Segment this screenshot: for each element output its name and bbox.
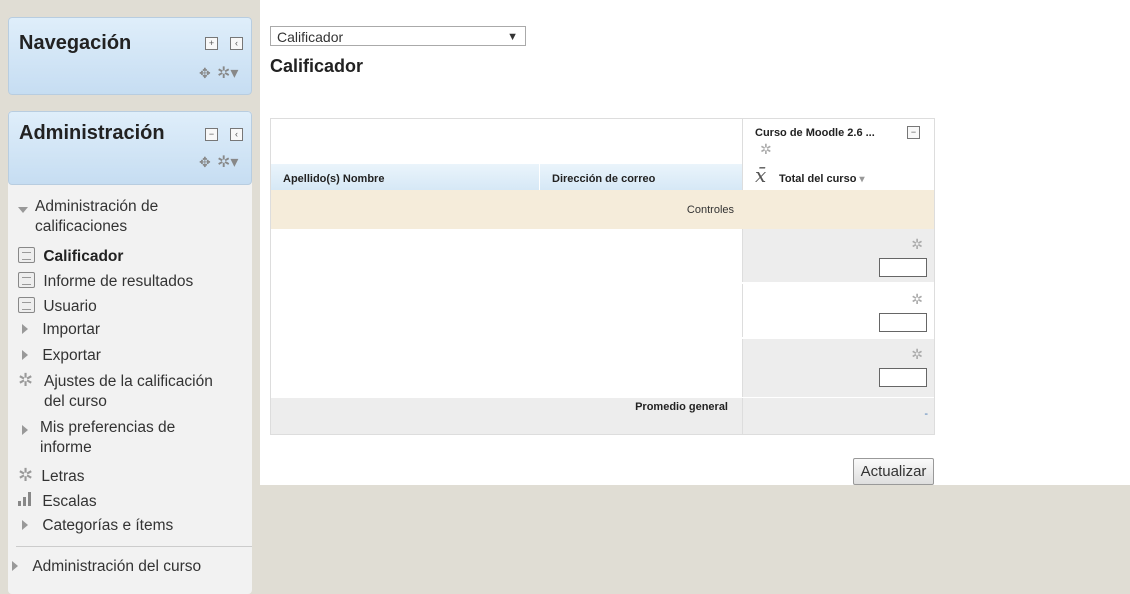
update-button[interactable]: Actualizar [853, 458, 934, 485]
move-icon[interactable]: ✥ [199, 154, 211, 171]
gear-icon[interactable]: ✲ [911, 346, 923, 363]
sort-down-icon[interactable]: ▾ [859, 174, 864, 185]
grader-table: Apellido(s) Nombre Dirección de correo C… [270, 118, 935, 435]
report-icon [18, 247, 35, 263]
controls-label: Controles [686, 204, 734, 216]
tree-item-label: Administración de calificaciones [35, 198, 159, 235]
table-row: ✲ [742, 284, 934, 337]
navigation-block: Navegación + ‹ ✥ ✲▾ [8, 17, 252, 95]
administration-title: Administración [19, 122, 165, 144]
tree-item-label: Calificador [43, 248, 124, 265]
divider [742, 398, 743, 434]
navigation-title: Navegación [19, 32, 132, 54]
dock-icon[interactable]: ‹ [230, 37, 243, 50]
tree-item-import[interactable]: Importar [22, 321, 100, 339]
table-row: ✲ [742, 339, 934, 397]
grade-input[interactable] [879, 258, 927, 277]
page-title: Calificador [270, 56, 364, 76]
collapse-icon[interactable]: − [205, 128, 218, 141]
column-header-total-label: Total del curso [779, 173, 857, 185]
column-header-name[interactable]: Apellido(s) Nombre [271, 164, 539, 190]
tree-item-outcomes[interactable]: Informe de resultados [18, 270, 193, 291]
report-icon [18, 272, 35, 288]
tree-item-report-preferences[interactable]: Mis preferencias de informe [22, 419, 175, 456]
dropdown-caret-icon: ▼ [507, 31, 518, 43]
column-header-name-label: Apellido(s) Nombre [283, 173, 385, 185]
grade-input[interactable] [879, 368, 927, 387]
tree-item-label: Categorías e ítems [42, 517, 174, 534]
tree-item-letters[interactable]: ✲ Letras [18, 465, 85, 486]
chevron-right-icon [22, 350, 28, 360]
report-icon [18, 297, 35, 313]
tree-item-course-admin[interactable]: Administración del curso [12, 558, 201, 576]
tree-item-course-grade-settings[interactable]: ✲ Ajustes de la calificación del curso [18, 370, 213, 410]
average-icon: x̄ [755, 163, 767, 187]
tree-item-scales[interactable]: Escalas [18, 492, 97, 511]
administration-header: Administración − ‹ ✥ ✲▾ [8, 111, 252, 185]
tree-item-grade-admin[interactable]: Administración de calificaciones [18, 198, 158, 235]
average-label: Promedio general [635, 401, 728, 413]
column-header-total[interactable]: Total del curso ▾ [779, 173, 865, 185]
divider [16, 546, 252, 547]
collapse-icon[interactable]: − [907, 126, 920, 139]
grade-input[interactable] [879, 313, 927, 332]
administration-block: Administración − ‹ ✥ ✲▾ Administración d… [8, 111, 252, 594]
navigation-header: Navegación + ‹ ✥ ✲▾ [8, 17, 252, 95]
tree-item-label: Usuario [43, 298, 97, 315]
tree-item-label: Importar [42, 321, 101, 338]
tree-item-user[interactable]: Usuario [18, 295, 97, 316]
chevron-right-icon [22, 425, 28, 435]
column-header-email-label: Dirección de correo [552, 173, 656, 185]
chevron-right-icon [22, 324, 28, 334]
tree-item-label: Escalas [42, 493, 97, 510]
chevron-right-icon [12, 561, 18, 571]
dock-icon[interactable]: ‹ [230, 128, 243, 141]
tree-item-categories-items[interactable]: Categorías e ítems [22, 517, 173, 535]
gear-icon[interactable]: ✲ [911, 291, 923, 308]
gear-menu-icon[interactable]: ✲▾ [217, 152, 238, 172]
tree-item-label: Letras [41, 468, 85, 485]
gear-menu-icon[interactable]: ✲▾ [217, 63, 238, 83]
tree-item-label: Mis preferencias de informe [40, 419, 176, 456]
gear-icon: ✲ [18, 465, 34, 485]
chevron-down-icon [18, 207, 28, 213]
report-select-value: Calificador [277, 29, 344, 45]
move-icon[interactable]: ✥ [199, 65, 211, 82]
tree-item-label: Informe de resultados [43, 273, 194, 290]
chevron-right-icon [22, 520, 28, 530]
tree-item-grader[interactable]: Calificador [18, 245, 123, 266]
gear-icon[interactable]: ✲ [911, 236, 923, 253]
gear-icon[interactable]: ✲ [760, 141, 772, 158]
bar-chart-icon [18, 492, 34, 506]
report-select[interactable]: Calificador ▼ [270, 26, 526, 46]
controls-row: Controles [271, 190, 934, 229]
column-header-email[interactable]: Dirección de correo [539, 164, 742, 190]
page-footer-area [260, 485, 1130, 594]
tree-item-label: Exportar [42, 347, 101, 364]
average-value: - [924, 408, 928, 420]
gear-icon: ✲ [18, 370, 34, 390]
average-row: Promedio general - [271, 398, 934, 434]
course-name: Curso de Moodle 2.6 ... [755, 127, 875, 139]
tree-item-export[interactable]: Exportar [22, 347, 101, 365]
course-header-cell: Curso de Moodle 2.6 ... − ✲ x̄ Total del… [742, 119, 934, 190]
table-row: ✲ [742, 229, 934, 282]
tree-item-label: Administración del curso [32, 558, 202, 575]
expand-icon[interactable]: + [205, 37, 218, 50]
tree-item-label: Ajustes de la calificación del curso [44, 373, 213, 410]
